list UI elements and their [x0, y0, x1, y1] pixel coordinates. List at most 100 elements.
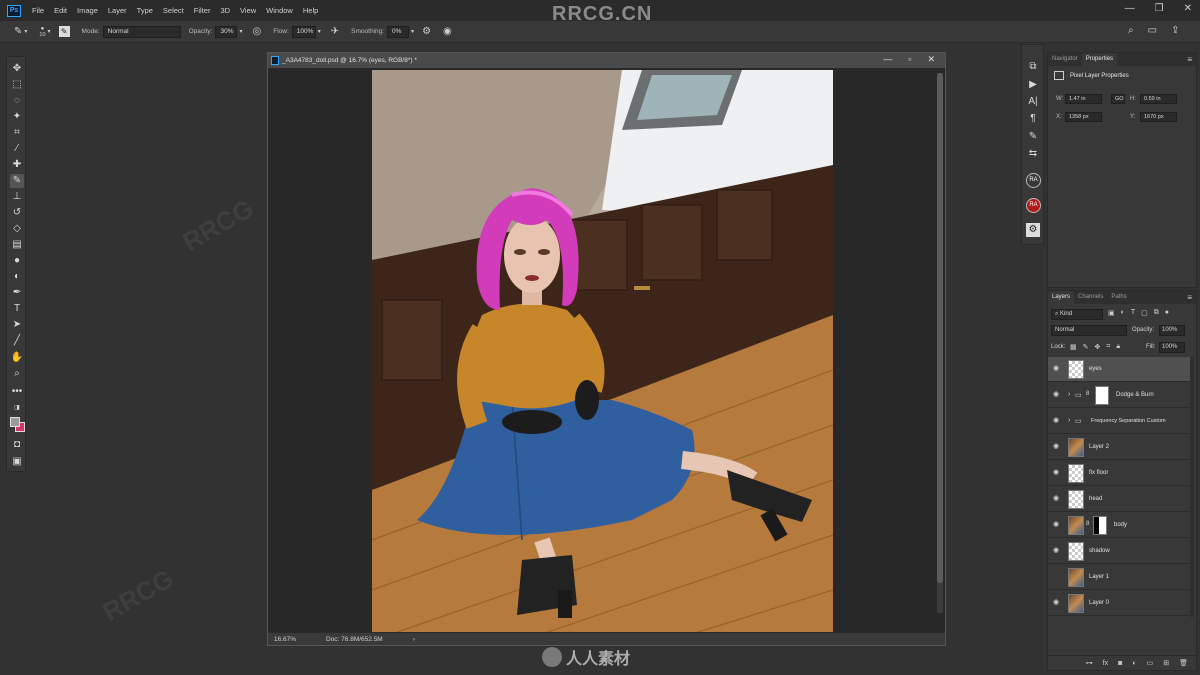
ra-plugin-icon[interactable]: RA [1026, 173, 1041, 188]
layer-row-eyes[interactable]: ◉ eyes [1048, 357, 1190, 382]
chevron-down-icon[interactable]: ▾ [239, 28, 242, 35]
crop-tool-icon[interactable]: ⌗ [10, 126, 24, 140]
eye-icon[interactable]: ◉ [1053, 469, 1061, 477]
opacity-field[interactable]: 30% [215, 25, 238, 38]
tab-properties[interactable]: Properties [1081, 53, 1118, 66]
layer-row-dodge-burn[interactable]: ◉ › ▭ 8 Dodge & Burn [1048, 383, 1190, 408]
zoom-tool-icon[interactable]: ⌕ [10, 367, 24, 381]
panel-menu-icon[interactable]: ≡ [1187, 55, 1192, 64]
minimize-icon[interactable]: — [1125, 3, 1135, 14]
lasso-tool-icon[interactable]: ◌ [10, 94, 24, 108]
lock-position-icon[interactable]: ✥ [1095, 343, 1101, 351]
brush-tool-icon[interactable]: ✎ [14, 26, 22, 37]
maximize-icon[interactable]: ❐ [1155, 3, 1164, 14]
ra-plugin-red-icon[interactable]: RA [1026, 198, 1041, 213]
workspace-icon[interactable]: ▭ [1148, 25, 1157, 36]
line-tool-icon[interactable]: ╱ [10, 334, 24, 348]
mode-select[interactable]: Normal [102, 25, 181, 38]
y-field[interactable]: 1670 px [1140, 112, 1177, 122]
canvas-area[interactable] [268, 68, 933, 634]
menu-filter[interactable]: Filter [189, 6, 216, 15]
eyedropper-tool-icon[interactable]: ⁄ [10, 142, 24, 156]
eye-icon[interactable]: ◉ [1053, 547, 1061, 555]
layer-row-frequency-separation[interactable]: ◉ › ▭ Frequency Separation Custom [1048, 409, 1190, 434]
blend-mode-select[interactable]: Normal [1051, 325, 1127, 336]
new-layer-icon[interactable]: ⊞ [1163, 659, 1169, 667]
filter-pixel-icon[interactable]: ▣ [1108, 309, 1115, 317]
adjustment-layer-icon[interactable]: ◐ [1132, 660, 1136, 667]
chevron-down-icon[interactable]: ▾ [318, 28, 321, 35]
layer-row-fix-floor[interactable]: ◉ fix floor [1048, 461, 1190, 486]
height-field[interactable]: 0.59 in [1140, 94, 1177, 104]
tab-navigator[interactable]: Navigator [1048, 53, 1082, 66]
scrollbar-thumb[interactable] [937, 73, 943, 583]
pen-tool-icon[interactable]: ✒ [10, 286, 24, 300]
brush-tool-icon[interactable]: ✎ [10, 174, 24, 188]
share-icon[interactable]: ⇪ [1171, 25, 1179, 36]
smoothing-field[interactable]: 0% [387, 25, 410, 38]
flow-field[interactable]: 100% [291, 25, 316, 38]
marquee-tool-icon[interactable]: ⬚ [10, 78, 24, 92]
width-field[interactable]: 1.47 in [1065, 94, 1102, 104]
menu-image[interactable]: Image [72, 6, 103, 15]
chevron-right-icon[interactable]: › [1068, 391, 1070, 398]
blur-tool-icon[interactable]: ● [10, 254, 24, 268]
layer-row-layer-1[interactable]: Layer 1 [1048, 565, 1190, 590]
eye-icon[interactable]: ◉ [1053, 521, 1061, 529]
search-icon[interactable]: ⌕ [1128, 25, 1134, 36]
new-group-icon[interactable]: ▭ [1147, 659, 1154, 667]
layer-row-body[interactable]: ◉ 8 body [1048, 513, 1190, 538]
hand-tool-icon[interactable]: ✋ [10, 351, 24, 365]
default-colors-icon[interactable]: ◨ [10, 401, 24, 415]
actions-play-icon[interactable]: ▶ [1026, 78, 1040, 92]
chevron-down-icon[interactable]: ▾ [24, 28, 27, 35]
filter-type-icon[interactable]: T [1131, 309, 1135, 317]
menu-edit[interactable]: Edit [49, 6, 72, 15]
x-field[interactable]: 1358 px [1065, 112, 1102, 122]
eye-icon[interactable]: ◉ [1053, 417, 1061, 425]
menu-select[interactable]: Select [158, 6, 189, 15]
menu-3d[interactable]: 3D [215, 6, 235, 15]
eye-icon[interactable]: ◉ [1053, 495, 1061, 503]
lock-image-icon[interactable]: ✎ [1083, 343, 1089, 351]
fill-field[interactable]: 100% [1159, 342, 1185, 353]
brush-settings-icon[interactable]: ✎ [1026, 130, 1040, 144]
lock-transparency-icon[interactable]: ▦ [1070, 343, 1077, 351]
chevron-right-icon[interactable]: › [1068, 417, 1070, 424]
screen-mode-icon[interactable]: ▣ [10, 455, 24, 469]
type-tool-icon[interactable]: T [10, 302, 24, 316]
clone-stamp-tool-icon[interactable]: ⊥ [10, 190, 24, 204]
eraser-tool-icon[interactable]: ◇ [10, 222, 24, 236]
more-tools-icon[interactable]: ••• [10, 385, 24, 399]
gradient-tool-icon[interactable]: ▤ [10, 238, 24, 252]
chevron-down-icon[interactable]: ▾ [48, 28, 51, 35]
dodge-tool-icon[interactable]: ◐ [10, 270, 24, 284]
link-layers-icon[interactable]: ⊶ [1086, 659, 1093, 667]
menu-view[interactable]: View [235, 6, 261, 15]
layer-opacity-field[interactable]: 100% [1159, 325, 1185, 336]
history-brush-tool-icon[interactable]: ↺ [10, 206, 24, 220]
filter-toggle-icon[interactable]: ● [1165, 309, 1169, 317]
menu-help[interactable]: Help [298, 6, 323, 15]
layer-row-layer-2[interactable]: ◉ Layer 2 [1048, 435, 1190, 460]
character-icon[interactable]: A| [1026, 95, 1040, 109]
path-selection-tool-icon[interactable]: ➤ [10, 318, 24, 332]
filter-shape-icon[interactable]: ▢ [1141, 309, 1148, 317]
eye-icon[interactable]: ◉ [1053, 599, 1061, 607]
link-dimensions-button[interactable]: GO [1111, 94, 1125, 104]
menu-window[interactable]: Window [261, 6, 298, 15]
layer-row-layer-0[interactable]: ◉ Layer 0 [1048, 591, 1190, 616]
healing-brush-tool-icon[interactable]: ✚ [10, 158, 24, 172]
move-tool-icon[interactable]: ✥ [10, 62, 24, 76]
trash-icon[interactable]: 🗑︎ [1179, 659, 1188, 667]
menu-layer[interactable]: Layer [103, 6, 132, 15]
quick-mask-icon[interactable]: ◘ [10, 438, 24, 452]
chevron-down-icon[interactable]: ▾ [411, 28, 414, 35]
paragraph-icon[interactable]: ¶ [1026, 112, 1040, 126]
layer-row-shadow[interactable]: ◉ shadow [1048, 539, 1190, 564]
layer-row-head[interactable]: ◉ head [1048, 487, 1190, 512]
plugin-gear-icon[interactable]: ⚙ [1026, 223, 1040, 237]
eye-icon[interactable]: ◉ [1053, 443, 1061, 451]
zoom-level[interactable]: 16.67% [274, 636, 326, 643]
brush-settings-icon[interactable]: ✎ [58, 26, 70, 37]
